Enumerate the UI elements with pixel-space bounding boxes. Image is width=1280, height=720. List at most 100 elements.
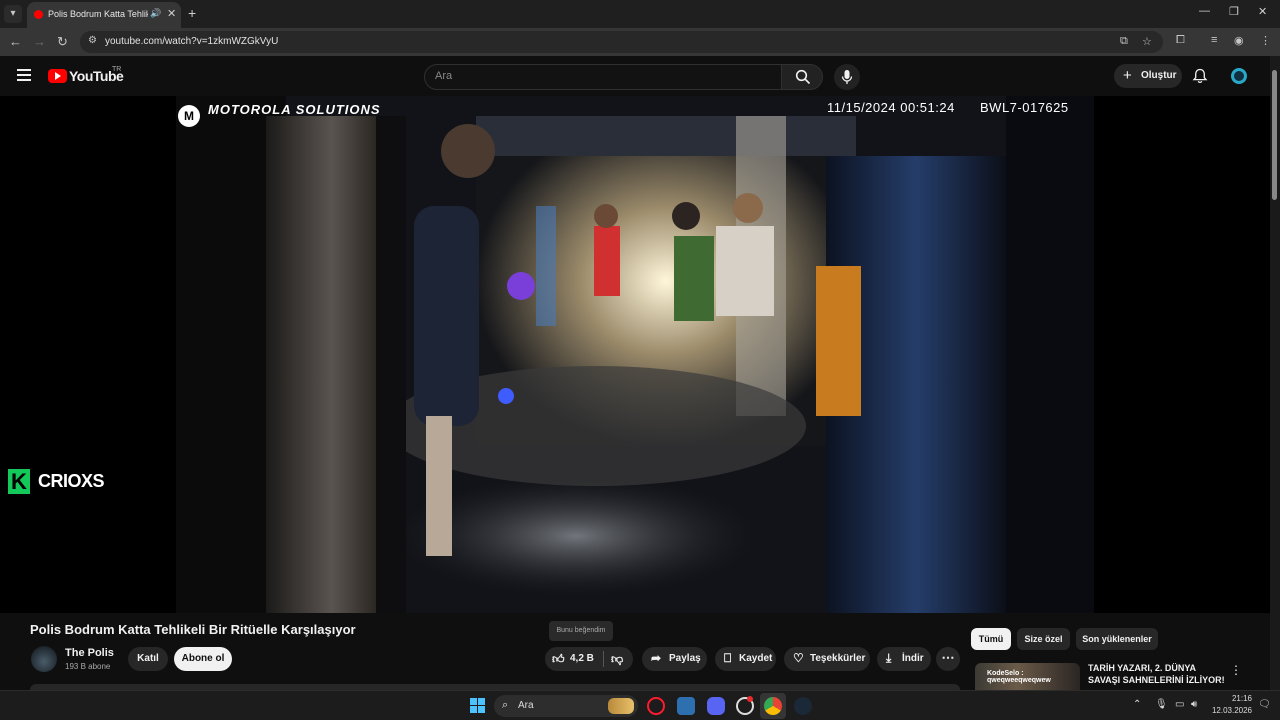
plus-icon: + — [1123, 67, 1132, 84]
watermark-text: CRIOXS — [38, 471, 105, 491]
like-divider — [603, 651, 604, 667]
search-button[interactable] — [781, 64, 823, 90]
extensions-icon[interactable]: ⧠ — [1176, 34, 1185, 47]
speaker-icon[interactable]: 🔊 — [150, 8, 161, 19]
browser-menu-icon[interactable]: ⋮ — [1260, 34, 1271, 47]
microphone-icon — [841, 70, 853, 84]
system-date[interactable]: 12.03.2026 — [1204, 706, 1252, 715]
search-highlight-icon — [608, 698, 634, 714]
share-label: Paylaş — [669, 653, 701, 664]
subscriber-count: 193 B abone — [65, 662, 111, 671]
more-actions-button[interactable]: ⋯ — [936, 647, 960, 671]
minimize-button[interactable]: — — [1199, 5, 1210, 17]
reload-icon[interactable]: ↻ — [57, 34, 68, 50]
page-scrollbar[interactable] — [1270, 56, 1280, 690]
site-info-icon[interactable]: ⚙ — [88, 35, 97, 46]
chip-for-you[interactable]: Size özel — [1017, 628, 1070, 650]
country-code: TR — [112, 66, 122, 73]
tab-search-button[interactable]: ▾ — [4, 5, 22, 23]
discord-icon[interactable] — [707, 697, 725, 715]
save-label: Kaydet — [739, 653, 773, 664]
thanks-button[interactable]: ♡ Teşekkürler — [784, 647, 870, 671]
download-label: İndir — [902, 653, 924, 664]
close-window-button[interactable]: ✕ — [1258, 5, 1267, 18]
vpn-app-icon[interactable] — [677, 697, 695, 715]
recommended-video-title[interactable]: TARİH YAZARI, 2. DÜNYA SAVAŞI SAHNELERİN… — [1088, 662, 1228, 686]
tray-overflow-chevron-icon[interactable]: ⌃ — [1133, 699, 1141, 710]
save-button[interactable]: ⎕ Kaydet — [715, 647, 776, 671]
volume-icon[interactable]: 🔊︎ — [1191, 699, 1197, 710]
browser-tab-strip: ▾ Polis Bodrum Katta Tehlikeli Bir Ritüe… — [0, 0, 1280, 28]
like-count[interactable]: 4,2 B — [570, 653, 594, 664]
search-box — [424, 64, 782, 90]
back-arrow-icon[interactable]: ← — [9, 34, 22, 49]
video-title: Polis Bodrum Katta Tehlikeli Bir Ritüell… — [30, 622, 356, 637]
thumbs-up-icon[interactable]: 👍︎ — [552, 652, 565, 667]
join-button[interactable]: Katıl — [128, 647, 168, 671]
motorola-logo-icon: M — [178, 105, 200, 127]
recommended-video-thumbnail[interactable]: KodeSelo : qweqweeqweqwew — [975, 663, 1080, 690]
notifications-bell-icon[interactable] — [1192, 68, 1208, 84]
channel-avatar[interactable] — [31, 646, 57, 672]
thumbs-down-icon[interactable]: 👎︎ — [611, 652, 623, 667]
heart-dollar-icon: ♡ — [793, 651, 804, 665]
voice-search-button[interactable] — [834, 64, 860, 90]
forward-arrow-icon[interactable]: → — [33, 34, 46, 49]
channel-name[interactable]: The Polis — [65, 647, 114, 659]
video-player[interactable]: M MOTOROLA SOLUTIONS 11/15/2024 00:51:24… — [0, 96, 1270, 613]
opera-icon[interactable] — [647, 697, 665, 715]
scrollbar-thumb[interactable] — [1272, 70, 1277, 200]
share-button[interactable]: ➦ Paylaş — [642, 647, 707, 671]
youtube-favicon-icon — [34, 10, 43, 19]
taskbar-search[interactable]: ⌕ Ara — [494, 695, 638, 717]
bodycam-id: BWL7-017625 — [980, 100, 1069, 115]
notification-center-icon[interactable]: 🗨︎ — [1258, 699, 1271, 710]
url-text[interactable]: youtube.com/watch?v=1zkmWZGkVyU — [105, 36, 278, 47]
network-icon[interactable]: ▭ — [1175, 699, 1184, 710]
search-icon: ⌕ — [502, 699, 509, 711]
thumbnail-overlay-text: KodeSelo : qweqweeqweqwew — [987, 670, 1051, 684]
share-arrow-icon: ➦ — [651, 651, 662, 665]
microphone-tray-icon[interactable]: 🎙︎ — [1155, 699, 1168, 710]
tab-close-icon[interactable]: ✕ — [167, 7, 176, 20]
system-time[interactable]: 21:16 — [1222, 694, 1252, 703]
watermark-logo-icon: K — [8, 469, 30, 494]
windows-start-icon[interactable] — [470, 698, 485, 713]
create-button[interactable]: + Oluştur — [1114, 64, 1182, 88]
create-label: Oluştur — [1141, 70, 1177, 81]
chip-recently-uploaded[interactable]: Son yüklenenler — [1076, 628, 1158, 650]
bodycam-brand: MOTOROLA SOLUTIONS — [208, 102, 381, 117]
profile-icon[interactable]: ◉ — [1234, 34, 1244, 47]
active-tab[interactable]: Polis Bodrum Katta Tehlikeli Bir Ritüell… — [27, 2, 181, 28]
chrome-icon[interactable] — [764, 697, 782, 715]
download-button[interactable]: ⤓ İndir — [877, 647, 931, 671]
chip-all[interactable]: Tümü — [971, 628, 1011, 650]
search-icon — [795, 69, 811, 85]
bookmark-star-icon[interactable]: ☆ — [1142, 35, 1152, 48]
like-dislike-group: 👍︎ 4,2 B 👎︎ — [545, 647, 633, 671]
browser-toolbar: ← → ↻ ⚙ youtube.com/watch?v=1zkmWZGkVyU … — [0, 28, 1280, 56]
video-frame[interactable]: M MOTOROLA SOLUTIONS 11/15/2024 00:51:24… — [176, 96, 1094, 613]
youtube-header: YouTube TR + Oluştur — [0, 56, 1270, 96]
address-bar[interactable]: ⚙ youtube.com/watch?v=1zkmWZGkVyU ⧉ ☆ — [80, 31, 1163, 53]
bodycam-timestamp: 11/15/2024 00:51:24 — [827, 100, 955, 115]
recommended-video-menu-icon[interactable]: ⋮ — [1230, 663, 1242, 677]
cast-icon[interactable]: ⧉ — [1120, 35, 1128, 48]
notification-dot-icon — [747, 696, 753, 702]
search-input[interactable] — [435, 70, 765, 82]
like-tooltip: Bunu beğendim — [549, 621, 613, 641]
thanks-label: Teşekkürler — [810, 653, 866, 664]
new-tab-button[interactable]: + — [188, 5, 196, 21]
download-icon: ⤓ — [886, 651, 892, 665]
tab-title: Polis Bodrum Katta Tehlikeli Bir Ritüell… — [48, 9, 148, 19]
youtube-logo-icon[interactable] — [48, 69, 67, 83]
restore-button[interactable]: ❐ — [1229, 5, 1239, 18]
user-avatar[interactable] — [1231, 68, 1247, 84]
bodycam-scene-image — [176, 96, 1094, 613]
hamburger-menu-icon[interactable] — [17, 69, 31, 81]
subscribe-button[interactable]: Abone ol — [174, 647, 232, 671]
media-controls-icon[interactable]: ≡ — [1211, 34, 1217, 46]
channel-watermark[interactable]: K CRIOXS — [8, 469, 105, 495]
bookmark-icon: ⎕ — [724, 651, 732, 665]
steam-icon[interactable] — [794, 697, 812, 715]
